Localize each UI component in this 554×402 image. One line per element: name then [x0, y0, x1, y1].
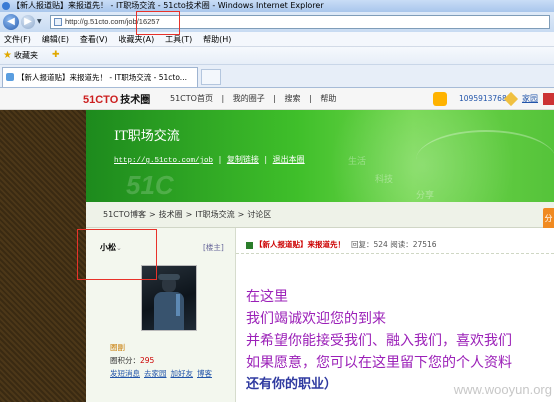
banner-watermark-text: 科技	[375, 175, 394, 185]
banner-swoosh	[416, 130, 554, 190]
banner-watermark-text: 分享	[416, 191, 435, 201]
post-line: 并希望你能接受我们、融入我们，喜欢我们	[246, 333, 512, 349]
menu-file[interactable]: 文件(F)	[0, 32, 35, 47]
left-background-strip	[0, 110, 86, 402]
author-points: 圈积分：295	[110, 355, 154, 366]
page-icon	[54, 18, 62, 26]
highlight-box-author	[77, 229, 157, 280]
address-row: ◀ ▶ ▼ http://g.51cto.com/job/16257	[0, 12, 554, 32]
user-avatar-icon[interactable]	[433, 92, 447, 106]
menu-edit[interactable]: 编辑(E)	[38, 32, 73, 47]
source-watermark: www.wooyun.org	[453, 382, 552, 397]
favorites-star-icon[interactable]: ★	[3, 50, 12, 61]
menu-bar: 文件(F) 编辑(E) 查看(V) 收藏夹(A) 工具(T) 帮助(H)	[0, 32, 554, 47]
home-link[interactable]: 家园	[522, 88, 538, 110]
nav-sep: |	[273, 94, 276, 103]
new-tab-button[interactable]	[201, 69, 221, 85]
logo-suffix: 技术圈	[120, 95, 151, 106]
crumb-blog[interactable]: 51CTO博客	[103, 210, 146, 219]
add-friend-link[interactable]: 加好友	[171, 369, 194, 378]
window-title-bar: 【新人报道贴】来报道先！ - IT职场交流 - 51cto技术圈 - Windo…	[0, 0, 554, 12]
points-value: 295	[140, 356, 155, 365]
breadcrumb: 51CTO博客 > 技术圈 > IT职场交流 > 讨论区	[86, 202, 554, 228]
logo-text: 51CTO	[83, 94, 119, 106]
post-line: 在这里	[246, 289, 288, 305]
separator: |	[264, 155, 268, 164]
crumb-discussion[interactable]: 讨论区	[247, 210, 271, 219]
points-label: 圈积分：	[110, 356, 140, 365]
leave-circle-button[interactable]: 退出本圈	[273, 155, 305, 164]
post-line: 如果愿意，您可以在这里留下您的个人资料	[246, 355, 512, 371]
tab-title: 【新人报道贴】来报道先！ - IT职场交流 - 51cto...	[17, 73, 187, 82]
circle-banner: 51C 生活 科技 分享 IT职场交流 http://g.51cto.com/j…	[86, 110, 554, 202]
crumb-it-job[interactable]: IT职场交流	[195, 210, 234, 219]
banner-watermark-text: 生活	[348, 157, 367, 167]
nav-home[interactable]: 51CTO首页	[170, 94, 213, 103]
address-bar[interactable]: http://g.51cto.com/job/16257	[50, 15, 550, 29]
tab-row: 【新人报道贴】来报道先！ - IT职场交流 - 51cto...	[0, 65, 554, 88]
crumb-sep: >	[237, 210, 245, 219]
favorites-label[interactable]: 收藏夹	[14, 47, 38, 65]
banner-links: http://g.51cto.com/job | 复制链接 | 退出本圈	[114, 154, 305, 165]
nav-my-circles[interactable]: 我的圈子	[233, 94, 265, 103]
back-button[interactable]: ◀	[3, 14, 19, 30]
ie-logo-icon	[2, 2, 10, 10]
author-actions: 发短消息 去家园 加好友 博客	[110, 368, 216, 379]
window-title: 【新人报道贴】来报道先！ - IT职场交流 - 51cto技术圈 - Windo…	[12, 1, 324, 10]
share-side-tab[interactable]: 分	[543, 208, 554, 230]
send-message-link[interactable]: 发短消息	[110, 369, 140, 378]
post-area: 【新人报道贴】来报道先！ 回复：524 阅读：27516 在这里 我们竭诚欢迎您的…	[236, 228, 554, 402]
forward-button[interactable]: ▶	[21, 15, 35, 29]
post-line: 我们竭诚欢迎您的到来	[246, 311, 386, 327]
user-id-link[interactable]: 1095913768	[459, 88, 507, 110]
crumb-sep: >	[185, 210, 193, 219]
avatar-figure-accent	[176, 294, 180, 316]
site-nav-links: 51CTO首页 | 我的圈子 | 搜索 | 帮助	[167, 88, 339, 110]
logout-icon[interactable]	[543, 93, 554, 105]
crumb-circles[interactable]: 技术圈	[159, 210, 183, 219]
banner-watermark-logo: 51C	[126, 170, 174, 200]
highlight-box-url-id	[136, 11, 180, 35]
nav-help[interactable]: 帮助	[320, 94, 336, 103]
add-favorite-icon[interactable]: ✚	[52, 50, 60, 60]
nav-search[interactable]: 搜索	[285, 94, 301, 103]
browser-tab[interactable]: 【新人报道贴】来报道先！ - IT职场交流 - 51cto...	[2, 67, 198, 87]
circle-title: IT职场交流	[114, 129, 180, 144]
avatar-figure-hat	[158, 274, 180, 280]
post-body: 在这里 我们竭诚欢迎您的到来 并希望你能接受我们、融入我们，喜欢我们 如果愿意，…	[246, 286, 554, 396]
author-role-badge: [楼主]	[203, 243, 224, 252]
nav-sep: |	[309, 94, 312, 103]
copy-link-button[interactable]: 复制链接	[227, 155, 259, 164]
site-logo[interactable]: 51CTO 技术圈	[83, 91, 150, 106]
nav-sep: |	[221, 94, 225, 103]
menu-view[interactable]: 查看(V)	[76, 32, 112, 47]
tab-favicon-icon	[6, 73, 14, 81]
post-title: 【新人报道贴】来报道先！	[255, 240, 345, 249]
favorites-bar: ★ 收藏夹 ✚	[0, 47, 554, 65]
menu-help[interactable]: 帮助(H)	[199, 32, 235, 47]
author-title: 圈副	[110, 343, 125, 352]
circle-url-link[interactable]: http://g.51cto.com/job	[114, 157, 213, 165]
blog-link[interactable]: 博客	[197, 369, 212, 378]
pinned-icon	[246, 241, 253, 249]
recent-pages-dropdown-icon[interactable]: ▼	[37, 18, 42, 25]
separator: |	[218, 155, 222, 164]
visit-home-link[interactable]: 去家园	[144, 369, 167, 378]
crumb-sep: >	[148, 210, 156, 219]
site-top-nav: 51CTO 技术圈 51CTO首页 | 我的圈子 | 搜索 | 帮助 109591…	[0, 88, 554, 110]
post-stats: 回复：524 阅读：27516	[351, 240, 437, 249]
post-header: 【新人报道贴】来报道先！ 回复：524 阅读：27516	[236, 236, 554, 254]
